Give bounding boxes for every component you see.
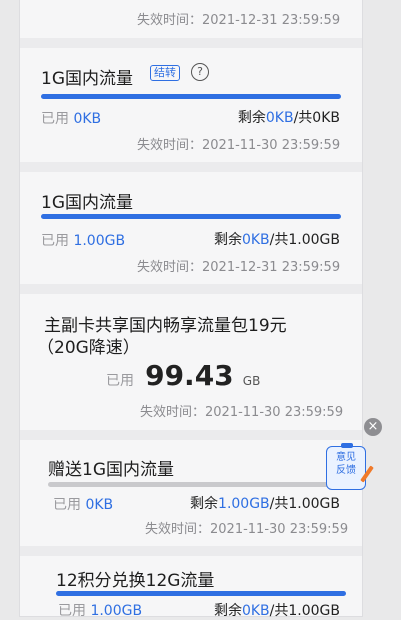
usage-progress-bar [41,214,341,219]
close-icon[interactable]: × [364,418,382,436]
usage-progress-bar [56,591,346,596]
usage-progress-bar [41,94,341,99]
section-divider [20,38,362,48]
usage-list: 失效时间：2021-12-31 23:59:59 1G国内流量 结转 ? 已用 … [20,0,362,619]
section-divider [20,430,362,440]
remain-text: 剩余0KB/共1.00GB [213,603,340,619]
package-title: 12积分兑换12G流量 [56,571,215,591]
usage-progress-bar [48,482,343,487]
used-text: 已用 0KB [41,111,102,127]
used-text: 已用 1.00GB [41,233,126,249]
used-big-text: 已用 99.43 GB [106,359,261,392]
section-divider [20,546,362,556]
package-title: 1G国内流量 [41,69,133,89]
package-subtitle: （20G降速） [37,338,140,358]
help-icon[interactable]: ? [191,63,209,81]
used-text: 已用 0KB [53,497,114,513]
used-text: 已用 1.00GB [58,603,143,619]
carryover-tag: 结转 [150,65,180,81]
expiry-text: 失效时间：2021-12-31 23:59:59 [137,260,341,275]
package-title: 1G国内流量 [41,193,133,213]
package-title: 赠送1G国内流量 [48,460,174,480]
section-divider [20,284,362,294]
section-divider [20,162,362,172]
expiry-text: 失效时间：2021-11-30 23:59:59 [145,522,349,537]
clipboard-icon [341,443,353,448]
feedback-label-1: 意见 [336,452,356,463]
remain-text: 剩余1.00GB/共1.00GB [190,496,340,512]
feedback-button[interactable]: 意见 反馈 [326,443,374,490]
remain-text: 剩余0KB/共0KB [237,110,340,126]
expiry-text: 失效时间：2021-12-31 23:59:59 [137,13,341,28]
remain-text: 剩余0KB/共1.00GB [213,232,340,248]
feedback-label-2: 反馈 [336,465,356,476]
expiry-text: 失效时间：2021-11-30 23:59:59 [140,405,344,420]
expiry-text: 失效时间：2021-11-30 23:59:59 [137,138,341,153]
